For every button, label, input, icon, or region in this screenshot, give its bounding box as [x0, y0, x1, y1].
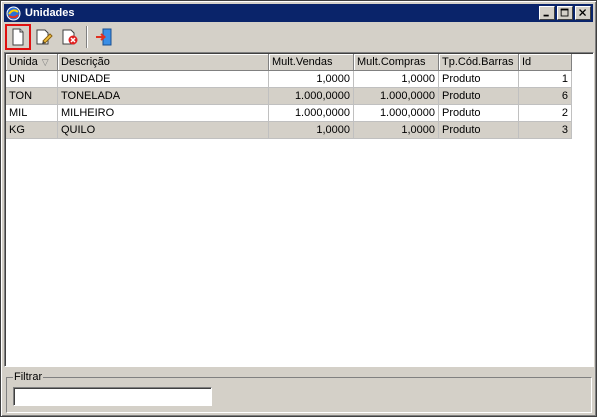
- exit-door-icon: [96, 28, 112, 46]
- maximize-button[interactable]: [557, 6, 573, 20]
- cell-descricao: UNIDADE: [58, 71, 269, 88]
- column-header-descricao[interactable]: Descrição: [58, 54, 269, 71]
- close-button[interactable]: [575, 6, 591, 20]
- delete-button[interactable]: [58, 25, 82, 49]
- toolbar: [4, 23, 593, 51]
- cell-descricao: TONELADA: [58, 88, 269, 105]
- cell-id: 1: [519, 71, 572, 88]
- cell-mult-compras: 1.000,0000: [354, 105, 439, 122]
- title-bar[interactable]: Unidades: [4, 4, 593, 22]
- unidades-window: Unidades Unida ▽ Descrição Mult.Vendas M…: [0, 0, 597, 417]
- cell-unidade: MIL: [6, 105, 58, 122]
- minimize-button[interactable]: [539, 6, 555, 20]
- edit-button[interactable]: [32, 25, 56, 49]
- column-header-mult-vendas[interactable]: Mult.Vendas: [269, 54, 354, 71]
- grid-header: Unida ▽ Descrição Mult.Vendas Mult.Compr…: [6, 54, 572, 71]
- cell-id: 6: [519, 88, 572, 105]
- column-header-unidade[interactable]: Unida ▽: [6, 54, 58, 71]
- cell-mult-vendas: 1.000,0000: [269, 88, 354, 105]
- toolbar-separator: [86, 26, 88, 48]
- delete-document-icon: [62, 29, 78, 45]
- cell-mult-vendas: 1.000,0000: [269, 105, 354, 122]
- exit-button[interactable]: [92, 25, 116, 49]
- table-row[interactable]: TON TONELADA 1.000,0000 1.000,0000 Produ…: [6, 88, 572, 105]
- column-header-mult-compras[interactable]: Mult.Compras: [354, 54, 439, 71]
- cell-descricao: QUILO: [58, 122, 269, 139]
- column-header-label: Unida: [9, 56, 38, 68]
- column-header-tp-cod-barras[interactable]: Tp.Cód.Barras: [439, 54, 519, 71]
- sort-desc-icon: ▽: [41, 57, 49, 67]
- filter-label: Filtrar: [13, 371, 44, 383]
- new-document-icon: [12, 28, 24, 46]
- cell-mult-compras: 1,0000: [354, 71, 439, 88]
- cell-mult-vendas: 1,0000: [269, 122, 354, 139]
- cell-unidade: KG: [6, 122, 58, 139]
- cell-unidade: TON: [6, 88, 58, 105]
- cell-mult-vendas: 1,0000: [269, 71, 354, 88]
- cell-mult-compras: 1,0000: [354, 122, 439, 139]
- cell-id: 3: [519, 122, 572, 139]
- cell-id: 2: [519, 105, 572, 122]
- filter-group: Filtrar: [6, 371, 592, 413]
- table-row[interactable]: KG QUILO 1,0000 1,0000 Produto 3: [6, 122, 572, 139]
- new-button[interactable]: [5, 24, 31, 50]
- cell-descricao: MILHEIRO: [58, 105, 269, 122]
- cell-mult-compras: 1.000,0000: [354, 88, 439, 105]
- cell-tp-cod-barras: Produto: [439, 105, 519, 122]
- cell-unidade: UN: [6, 71, 58, 88]
- cell-tp-cod-barras: Produto: [439, 88, 519, 105]
- cell-tp-cod-barras: Produto: [439, 122, 519, 139]
- cell-tp-cod-barras: Produto: [439, 71, 519, 88]
- table-row[interactable]: MIL MILHEIRO 1.000,0000 1.000,0000 Produ…: [6, 105, 572, 122]
- filter-input[interactable]: [13, 387, 212, 406]
- edit-document-icon: [36, 29, 53, 45]
- app-icon: [6, 5, 22, 21]
- units-grid[interactable]: Unida ▽ Descrição Mult.Vendas Mult.Compr…: [4, 52, 594, 367]
- column-header-id[interactable]: Id: [519, 54, 572, 71]
- table-row[interactable]: UN UNIDADE 1,0000 1,0000 Produto 1: [6, 71, 572, 88]
- window-title: Unidades: [25, 7, 75, 19]
